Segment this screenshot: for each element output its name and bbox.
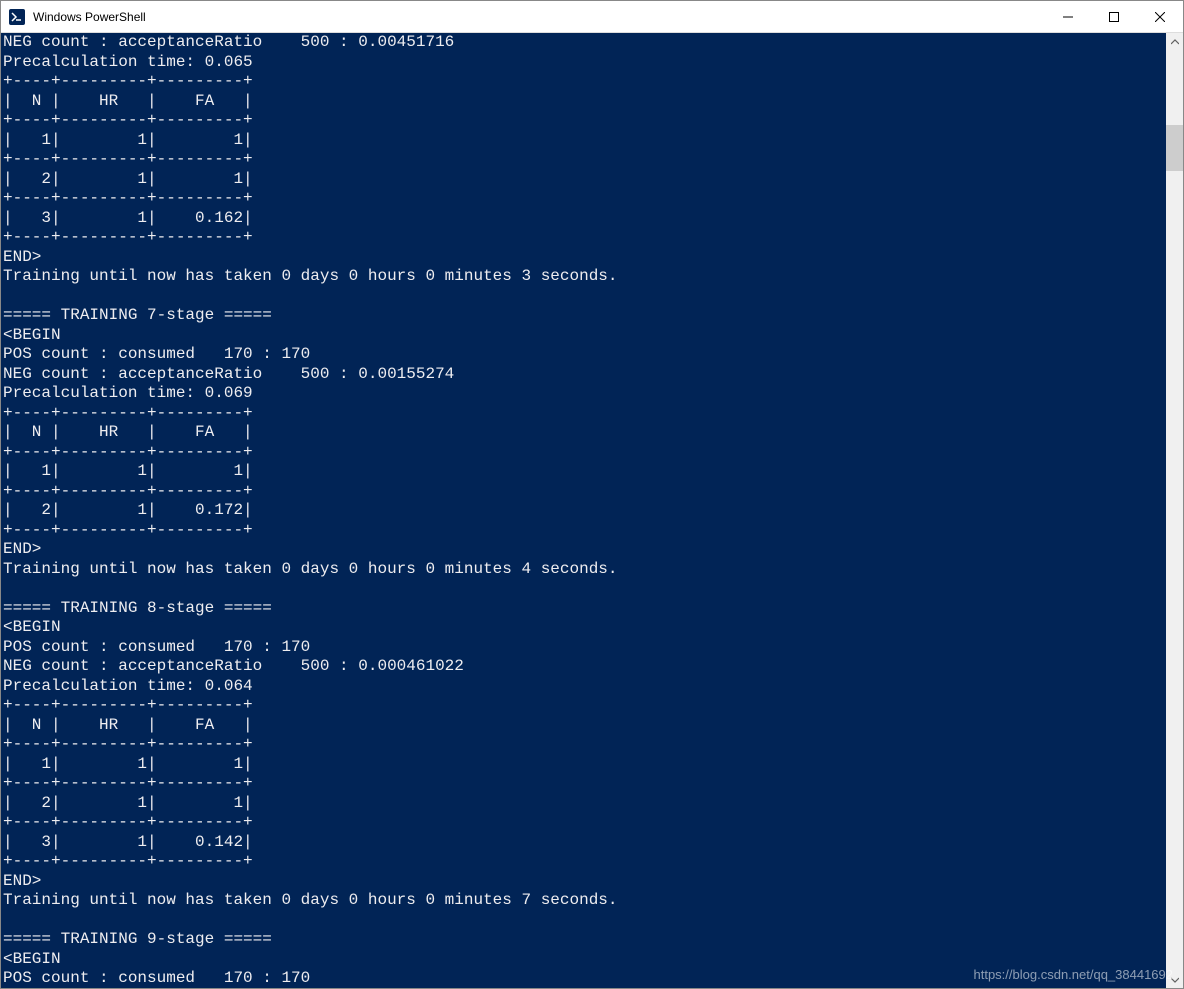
window-controls <box>1045 1 1183 32</box>
watermark-text: https://blog.csdn.net/qq_38441692 <box>974 967 1174 982</box>
console-area: NEG count : acceptanceRatio 500 : 0.0045… <box>1 33 1183 988</box>
scrollbar-thumb[interactable] <box>1166 125 1183 171</box>
window-title: Windows PowerShell <box>33 10 146 24</box>
close-button[interactable] <box>1137 1 1183 33</box>
maximize-icon <box>1109 12 1119 22</box>
minimize-icon <box>1063 12 1073 22</box>
maximize-button[interactable] <box>1091 1 1137 33</box>
scroll-up-button[interactable] <box>1166 33 1183 50</box>
vertical-scrollbar[interactable] <box>1166 33 1183 988</box>
chevron-up-icon <box>1171 38 1179 46</box>
titlebar: Windows PowerShell <box>1 1 1183 33</box>
powershell-icon <box>9 9 25 25</box>
close-icon <box>1155 12 1165 22</box>
minimize-button[interactable] <box>1045 1 1091 33</box>
terminal-output[interactable]: NEG count : acceptanceRatio 500 : 0.0045… <box>1 33 1166 988</box>
